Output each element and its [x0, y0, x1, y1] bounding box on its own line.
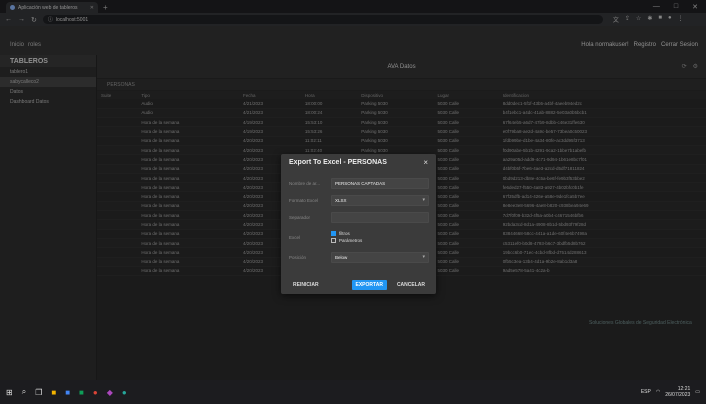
wifi-icon[interactable]: ◠: [656, 389, 660, 395]
separator-input[interactable]: [331, 211, 429, 223]
position-label: Posición: [289, 254, 307, 260]
dialog-actions: REINICIAR EXPORTAR CANCELAR: [289, 280, 429, 290]
format-select[interactable]: XLSX ▾: [331, 194, 429, 206]
tray-clock[interactable]: 12:21 26/07/2023: [665, 386, 690, 398]
cancel-button[interactable]: CANCELAR: [393, 280, 429, 290]
format-row: Formato Excel XLSX ▾: [289, 194, 429, 206]
filtros-label: filtros: [339, 231, 350, 236]
position-value: Below: [335, 254, 348, 260]
notification-icon[interactable]: ▭: [695, 389, 700, 395]
system-tray: ESP ◠ 12:21 26/07/2023 ▭: [641, 386, 700, 398]
separator-row: Separador: [289, 211, 429, 223]
app-icon[interactable]: ■: [79, 388, 84, 397]
export-dialog: Export To Excel - PERSONAS × Nombre de a…: [281, 154, 436, 294]
checkbox-unchecked-icon: [331, 238, 336, 243]
windows-taskbar: ⊞ ⌕ ❐ ■ ■ ■ ● ◆ ● ESP ◠ 12:21 26/07/2023…: [0, 380, 706, 404]
position-select[interactable]: Below ▾: [331, 251, 429, 263]
export-button[interactable]: EXPORTAR: [351, 280, 387, 290]
excel-row: Excel filtros Parámetros: [289, 228, 429, 246]
filename-value: PERSONAS CAPTADAS: [335, 180, 386, 186]
filename-input[interactable]: PERSONAS CAPTADAS: [331, 177, 429, 189]
format-label: Formato Excel: [289, 197, 319, 203]
app-icon[interactable]: ●: [93, 388, 98, 397]
app-icon[interactable]: ■: [51, 388, 56, 397]
filename-label: Nombre de ar...: [289, 180, 321, 186]
search-icon[interactable]: ⌕: [22, 387, 26, 397]
position-row: Posición Below ▾: [289, 251, 429, 263]
tray-lang[interactable]: ESP: [641, 389, 651, 395]
chevron-down-icon: ▾: [422, 254, 425, 260]
taskview-icon[interactable]: ❐: [35, 388, 42, 397]
screen: Aplicación web de tableros ✕ + — □ ✕ ← →…: [0, 0, 706, 404]
dialog-title: Export To Excel - PERSONAS: [289, 159, 387, 166]
checkbox-checked-icon: [331, 231, 336, 236]
format-value: XLSX: [335, 197, 347, 203]
separator-label: Separador: [289, 214, 311, 220]
filtros-checkbox[interactable]: filtros: [331, 230, 362, 237]
excel-label: Excel: [289, 234, 301, 240]
parametros-label: Parámetros: [339, 238, 363, 243]
dialog-actions-right: EXPORTAR CANCELAR: [351, 280, 429, 290]
excel-options: filtros Parámetros: [331, 230, 362, 244]
reset-button[interactable]: REINICIAR: [289, 280, 323, 290]
chevron-down-icon: ▾: [422, 197, 425, 203]
app-icon[interactable]: ◆: [107, 388, 113, 397]
parametros-checkbox[interactable]: Parámetros: [331, 237, 362, 244]
app-icon[interactable]: ●: [122, 388, 127, 397]
filename-row: Nombre de ar... PERSONAS CAPTADAS: [289, 177, 429, 189]
app-icon[interactable]: ■: [65, 388, 70, 397]
tray-date: 26/07/2023: [665, 392, 691, 398]
close-icon[interactable]: ×: [423, 158, 428, 167]
start-icon[interactable]: ⊞: [6, 388, 13, 397]
